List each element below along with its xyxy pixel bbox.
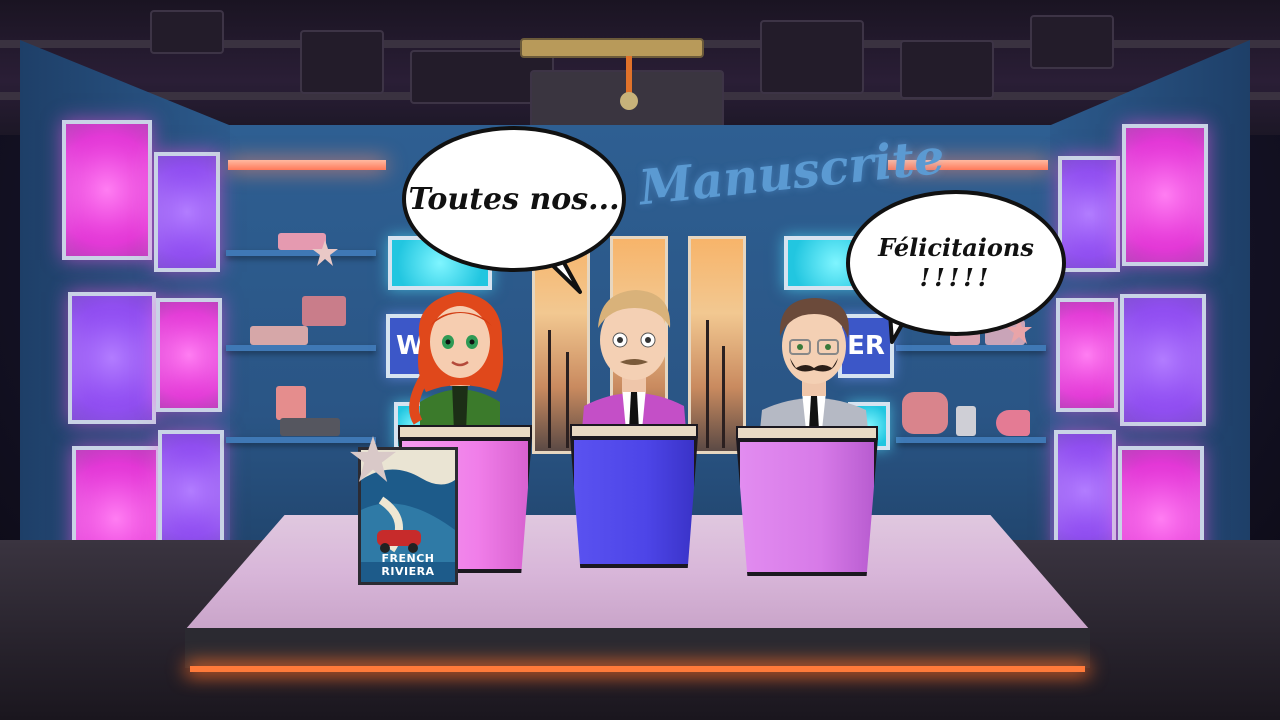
shelf (896, 437, 1046, 443)
stage-platform-front (185, 628, 1090, 668)
right-bubble-text-line2: !!!!! (919, 263, 993, 292)
left-bubble-text: Toutes nos... (408, 181, 620, 217)
brunette-host-character (760, 298, 868, 430)
light-panel (154, 152, 220, 272)
stage-light (900, 40, 994, 99)
podium-body (736, 438, 878, 576)
light-panel (1122, 124, 1208, 266)
poster-label: FRENCH RIVIERA (381, 552, 435, 578)
kettle-prop (956, 406, 976, 436)
shelf (226, 345, 376, 351)
light-panel (156, 298, 222, 412)
hair-dryer-prop (996, 410, 1030, 436)
light-panel (62, 120, 152, 260)
stage-light (760, 20, 864, 94)
stage-light (150, 10, 224, 54)
light-panel (1120, 294, 1206, 426)
light-panel (158, 430, 224, 552)
typewriter-prop (280, 418, 340, 436)
left-speech-bubble: Toutes nos... (402, 126, 626, 272)
shelf (896, 345, 1046, 351)
right-speech-bubble: Félicitaions !!!!! (846, 190, 1066, 336)
light-panel (1056, 298, 1118, 412)
shelf (226, 250, 376, 256)
glowing-shelf (228, 160, 386, 170)
center-podium (570, 424, 698, 568)
palm-tree (706, 320, 709, 448)
podium-body (570, 436, 698, 568)
right-bubble-text-line1: Félicitaions (878, 233, 1034, 262)
right-podium (736, 426, 878, 576)
stage-light (1030, 15, 1114, 69)
palm-tree (722, 346, 725, 448)
pink-suitcase-prop (902, 392, 948, 434)
palm-tree (566, 352, 569, 448)
light-panel (68, 292, 156, 424)
city-column (688, 236, 746, 454)
cassette-player-prop (250, 326, 308, 345)
hanging-rope (626, 56, 632, 96)
record-player-prop (302, 296, 346, 326)
blond-host-character (582, 290, 686, 430)
palm-tree (548, 330, 551, 448)
tv-studio-scene: W ER Manuscrite FRENCH RIVIERA Toutes no… (0, 0, 1280, 720)
light-panel (1058, 156, 1120, 272)
podium-top (398, 425, 532, 439)
starburst-sticker (312, 240, 338, 266)
podium-top (736, 426, 878, 440)
typewriter-paper-prop (276, 386, 306, 420)
poster-starburst (350, 436, 396, 482)
stage-edge-glow (190, 666, 1085, 672)
redhead-host-character (409, 292, 504, 432)
light-panel (1054, 430, 1116, 552)
podium-top (570, 424, 698, 438)
hanging-pulley (620, 92, 638, 110)
light-bar (520, 38, 704, 58)
stage-light (300, 30, 384, 94)
